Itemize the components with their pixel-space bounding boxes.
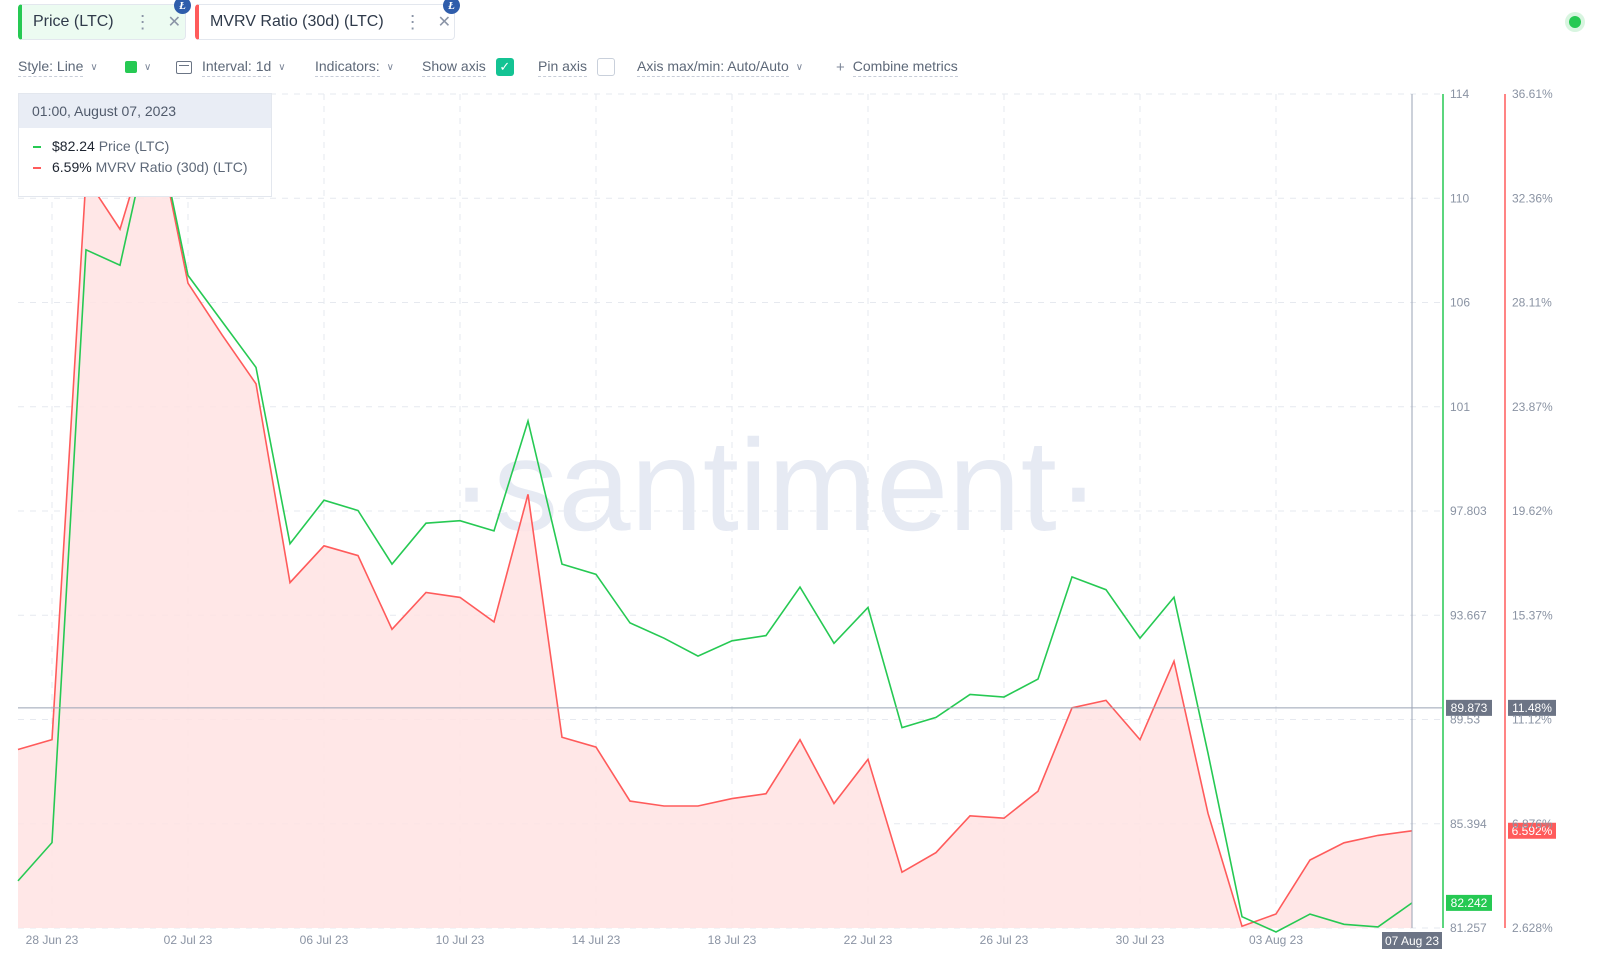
x-axis-tick: 28 Jun 23 bbox=[26, 933, 79, 947]
price-axis-tick: 106 bbox=[1450, 296, 1470, 310]
x-axis-tick: 14 Jul 23 bbox=[572, 933, 621, 947]
mvrv-axis-tick: 2.628% bbox=[1512, 921, 1553, 935]
x-axis-tick: 10 Jul 23 bbox=[436, 933, 485, 947]
mvrv-axis-tick: 28.11% bbox=[1512, 296, 1552, 310]
tooltip-row-mvrv: 6.59% MVRV Ratio (30d) (LTC) bbox=[19, 157, 271, 178]
tooltip-name: MVRV Ratio (30d) (LTC) bbox=[95, 159, 248, 175]
price-axis-tick: 97.803 bbox=[1450, 504, 1487, 518]
price-axis-tick: 85.394 bbox=[1450, 817, 1487, 831]
price-axis-tick: 81.257 bbox=[1450, 921, 1487, 935]
x-axis-tick: 30 Jul 23 bbox=[1116, 933, 1165, 947]
price-axis-tick: 89.53 bbox=[1450, 713, 1480, 727]
mvrv-axis-tick: 32.36% bbox=[1512, 191, 1553, 205]
mvrv-axis-tick: 11.12% bbox=[1512, 713, 1552, 727]
tooltip-date: 01:00, August 07, 2023 bbox=[19, 94, 271, 128]
crosshair-date: 07 Aug 23 bbox=[1385, 934, 1439, 948]
mvrv-axis-tick: 23.87% bbox=[1512, 400, 1553, 414]
price-axis-tick: 110 bbox=[1450, 191, 1469, 205]
legend-dash bbox=[33, 146, 41, 149]
price-axis-tick: 93.667 bbox=[1450, 608, 1487, 622]
x-axis-tick: 03 Aug 23 bbox=[1249, 933, 1303, 947]
tooltip-row-price: $82.24 Price (LTC) bbox=[19, 136, 271, 157]
tooltip-value: 6.59% bbox=[52, 159, 92, 175]
mvrv-axis-tick: 6.876% bbox=[1512, 817, 1553, 831]
price-axis-tick: 101 bbox=[1450, 400, 1470, 414]
price-axis-tick: 114 bbox=[1450, 87, 1469, 101]
legend-dash bbox=[33, 167, 41, 170]
tooltip-name: Price (LTC) bbox=[98, 138, 170, 154]
mvrv-axis-tick: 19.62% bbox=[1512, 504, 1553, 518]
chart-tooltip: 01:00, August 07, 2023 $82.24 Price (LTC… bbox=[18, 93, 272, 197]
tooltip-value: $82.24 bbox=[52, 138, 95, 154]
x-axis-tick: 26 Jul 23 bbox=[980, 933, 1029, 947]
santiment-watermark: ·santiment· bbox=[450, 412, 1100, 558]
x-axis-tick: 22 Jul 23 bbox=[844, 933, 893, 947]
mvrv-axis-tick: 36.61% bbox=[1512, 87, 1553, 101]
mvrv-axis-tick: 15.37% bbox=[1512, 608, 1553, 622]
x-axis-tick: 02 Jul 23 bbox=[164, 933, 213, 947]
price-last-value: 82.242 bbox=[1451, 896, 1488, 910]
x-axis-tick: 06 Jul 23 bbox=[300, 933, 349, 947]
x-axis-tick: 18 Jul 23 bbox=[708, 933, 757, 947]
